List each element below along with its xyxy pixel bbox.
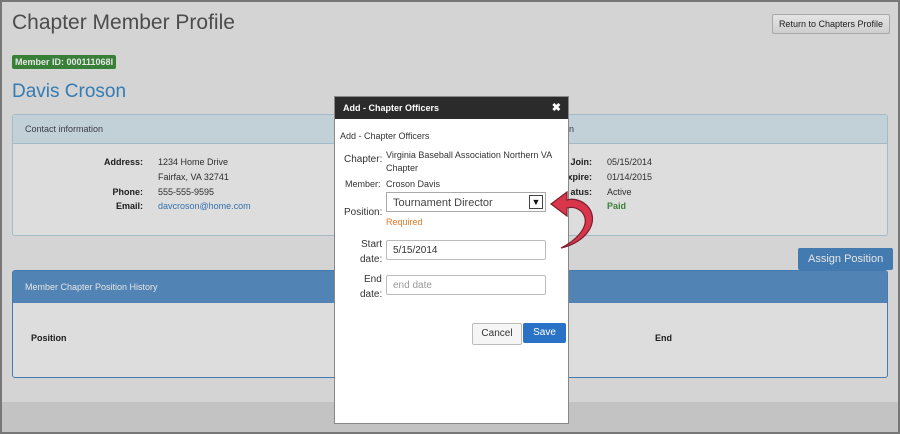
chapter-label: Chapter: — [344, 154, 383, 165]
end-date-input[interactable]: end date — [386, 275, 546, 295]
position-label: Position: — [344, 207, 383, 218]
close-icon[interactable]: ✖ — [552, 97, 561, 119]
cancel-button[interactable]: Cancel — [472, 323, 522, 345]
start-date-label-line2: date: — [360, 254, 383, 265]
save-button[interactable]: Save — [523, 323, 566, 343]
curved-arrow-icon — [550, 190, 594, 249]
app-frame: Chapter Member Profile Return to Chapter… — [0, 0, 900, 434]
chevron-down-icon[interactable]: ▼ — [529, 195, 543, 209]
modal-title: Add - Chapter Officers — [343, 103, 440, 113]
position-select[interactable]: Tournament Director ▼ — [386, 192, 546, 212]
add-chapter-officers-modal: Add - Chapter Officers ✖ Add - Chapter O… — [334, 96, 569, 424]
end-date-label-line1: End — [364, 274, 382, 285]
start-date-input[interactable]: 5/15/2014 — [386, 240, 546, 260]
start-date-label-line1: Start — [361, 239, 383, 250]
end-date-label-line2: date: — [360, 289, 383, 300]
required-text: Required — [386, 217, 423, 227]
modal-title-bar: Add - Chapter Officers ✖ — [335, 97, 568, 119]
modal-subtitle: Add - Chapter Officers — [340, 131, 430, 141]
member-value: Croson Davis — [386, 179, 441, 189]
member-label: Member: — [345, 179, 381, 189]
chapter-value: Virginia Baseball Association Northern V… — [386, 150, 552, 173]
position-selected-value: Tournament Director — [393, 197, 493, 209]
